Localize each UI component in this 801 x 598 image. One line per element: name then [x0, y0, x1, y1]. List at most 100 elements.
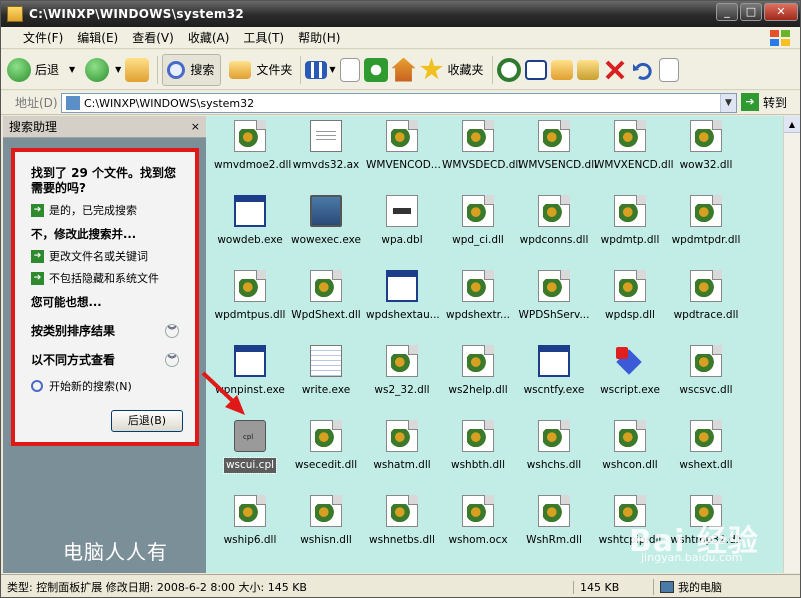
search-button[interactable]: 搜索	[162, 53, 222, 86]
file-item[interactable]: WMVSDECD.dll	[440, 120, 521, 173]
file-item[interactable]: wscript.exe	[592, 345, 668, 398]
new-search-link[interactable]: 开始新的搜索(N)	[31, 378, 187, 394]
file-item[interactable]: wpdshextau...	[364, 270, 440, 323]
file-item[interactable]: ws2_32.dll	[364, 345, 440, 398]
maximize-button[interactable]: □	[740, 3, 762, 21]
file-item[interactable]: wpdshextr...	[440, 270, 516, 323]
forward-arrow-icon	[85, 57, 110, 82]
folders-button[interactable]: 文件夹	[225, 54, 292, 86]
file-item[interactable]: wow32.dll	[668, 120, 744, 173]
toolbar-divider	[300, 55, 302, 84]
undo-button[interactable]	[631, 54, 655, 86]
file-item[interactable]: wpdmtpdr.dll	[668, 195, 744, 248]
file-name: wpdmtpdr.dll	[671, 234, 741, 246]
title-bar[interactable]: C:\WINXP\WINDOWS\system32 _ □ ✕	[1, 1, 800, 27]
sort-by-category-section[interactable]: 按类别排序结果 ︾	[31, 322, 179, 339]
view-other-section[interactable]: 以不同方式查看 ︾	[31, 351, 179, 368]
minimize-button[interactable]: _	[716, 3, 738, 21]
file-item[interactable]: WshRm.dll	[516, 495, 592, 548]
go-button[interactable]: ➔ 转到	[741, 93, 787, 111]
views-dropdown-icon[interactable]: ▼	[329, 65, 335, 74]
file-item[interactable]: wmvds32.ax	[288, 120, 364, 173]
file-item[interactable]: wpd_ci.dll	[440, 195, 516, 248]
menu-edit[interactable]: 编辑(E)	[77, 29, 118, 46]
file-item[interactable]: wshext.dll	[668, 420, 744, 473]
vertical-scrollbar[interactable]: ▲	[783, 116, 800, 573]
file-item[interactable]: wpdtrace.dll	[668, 270, 744, 323]
menu-view[interactable]: 查看(V)	[132, 29, 174, 46]
forward-dropdown-icon[interactable]: ▼	[115, 65, 121, 74]
refresh-button[interactable]	[363, 54, 388, 86]
chevron-down-icon[interactable]: ︾	[165, 352, 179, 367]
file-item[interactable]: wscui.cpl	[212, 420, 288, 474]
file-item[interactable]: wshnetbs.dll	[364, 495, 440, 548]
file-item[interactable]: wpdconns.dll	[516, 195, 592, 248]
delete-doc-button[interactable]	[339, 54, 360, 86]
back-button[interactable]: 后退 ▼	[7, 54, 75, 86]
history-button[interactable]	[496, 54, 521, 86]
file-item[interactable]: wscntfy.exe	[516, 345, 592, 398]
home-button[interactable]	[391, 54, 416, 86]
address-dropdown-icon[interactable]: ▼	[720, 94, 736, 112]
file-item[interactable]: wscsvc.dll	[668, 345, 744, 398]
file-list-view[interactable]: wmvdmoe2.dll wmvds32.ax WMVENCOD... WMVSDEC…	[206, 116, 783, 573]
new-search-label: 开始新的搜索(N)	[49, 380, 132, 393]
yes-done-link[interactable]: ➔ 是的，已完成搜索	[31, 202, 187, 218]
menu-tools[interactable]: 工具(T)	[243, 29, 284, 46]
close-button[interactable]: ✕	[764, 3, 798, 21]
properties-button[interactable]	[658, 54, 679, 86]
file-item[interactable]: write.exe	[288, 345, 364, 398]
favorites-button[interactable]: 收藏夹	[419, 54, 484, 86]
file-name: WMVXENCD.dll	[594, 159, 674, 171]
file-name: WPDShServ...	[518, 309, 590, 321]
file-item[interactable]: wshbth.dll	[440, 420, 516, 473]
file-item[interactable]: wpdmtpus.dll	[212, 270, 288, 323]
back-dropdown-icon[interactable]: ▼	[69, 65, 75, 74]
dll-file-icon	[310, 270, 342, 302]
file-name: wpdmtp.dll	[600, 234, 660, 246]
change-name-link[interactable]: ➔ 更改文件名或关键词	[31, 248, 187, 264]
file-item[interactable]: wpdmtp.dll	[592, 195, 668, 248]
file-item[interactable]: wsecedit.dll	[288, 420, 364, 473]
search-icon	[167, 60, 186, 79]
file-item[interactable]: WMVSENCD.dll	[516, 120, 597, 173]
folder-icon	[229, 60, 252, 79]
forward-button[interactable]: ▼	[85, 54, 121, 86]
file-item[interactable]: wshom.ocx	[440, 495, 516, 548]
exclude-hidden-link[interactable]: ➔ 不包括隐藏和系统文件	[31, 270, 187, 286]
file-item[interactable]: wpa.dbl	[364, 195, 440, 248]
views-button[interactable]: ▼	[305, 54, 336, 86]
file-item[interactable]: wowdeb.exe	[212, 195, 288, 248]
folder-icon	[66, 96, 80, 110]
copy-to-button[interactable]	[550, 54, 573, 86]
file-item[interactable]: wpdsp.dll	[592, 270, 668, 323]
exe-file-icon	[538, 345, 570, 377]
file-item[interactable]: WMVXENCD.dll	[592, 120, 674, 173]
file-item[interactable]: wmvdmoe2.dll	[212, 120, 291, 173]
home-icon	[391, 57, 416, 82]
file-item[interactable]: wshatm.dll	[364, 420, 440, 473]
scroll-up-button[interactable]: ▲	[784, 116, 800, 133]
chevron-down-icon[interactable]: ︾	[165, 323, 179, 338]
up-folder-button[interactable]	[125, 54, 150, 86]
menu-favorites[interactable]: 收藏(A)	[188, 29, 230, 46]
file-item[interactable]: wshcon.dll	[592, 420, 668, 473]
dll-file-icon	[462, 420, 494, 452]
file-item[interactable]: WPDShServ...	[516, 270, 592, 323]
menu-file[interactable]: 文件(F)	[23, 29, 63, 46]
paste-button[interactable]	[576, 54, 599, 86]
file-name: wshatm.dll	[373, 459, 431, 471]
file-item[interactable]: WpdShext.dll	[288, 270, 364, 323]
file-item[interactable]: wowexec.exe	[288, 195, 364, 248]
file-item[interactable]: wshchs.dll	[516, 420, 592, 473]
address-input[interactable]: C:\WINXP\WINDOWS\system32 ▼	[61, 93, 737, 113]
file-item[interactable]: ws2help.dll	[440, 345, 516, 398]
move-to-button[interactable]	[524, 54, 547, 86]
file-item[interactable]: WMVENCOD...	[364, 120, 441, 173]
file-item[interactable]: wship6.dll	[212, 495, 288, 548]
file-item[interactable]: wshisn.dll	[288, 495, 364, 548]
menu-help[interactable]: 帮助(H)	[298, 29, 340, 46]
delete-button[interactable]	[603, 54, 627, 86]
close-pane-icon[interactable]: ×	[191, 120, 200, 133]
back-search-button[interactable]: 后退(B)	[111, 410, 183, 432]
